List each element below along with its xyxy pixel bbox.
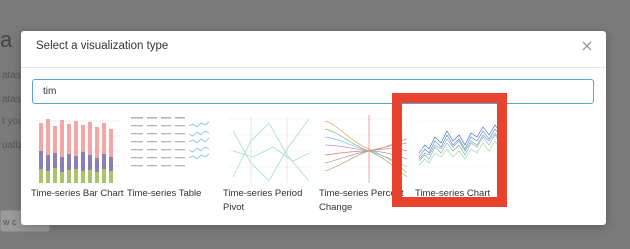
viz-item-label: Time-series Percent Change [319,188,404,213]
viz-item-label: Time-series Chart [415,188,491,199]
modal-title: Select a visualization type [36,40,169,52]
viz-item-time-series-table[interactable]: Time-series Table [127,111,222,221]
period-pivot-thumbnail [227,117,313,183]
line-chart-thumbnail [415,111,507,185]
close-icon[interactable] [580,39,594,53]
viz-item-time-series-percent-change[interactable]: Time-series Percent Change [319,111,414,221]
bar-chart-thumbnail [37,119,121,183]
viz-item-time-series-chart[interactable]: Time-series Chart [415,111,510,221]
viz-item-label: Time-series Table [127,188,202,199]
percent-change-thumbnail [323,115,409,183]
viz-item-label: Time-series Period Pivot [223,188,303,213]
background-text: ualiz [2,140,23,151]
viz-item-time-series-bar-chart[interactable]: Time-series Bar Chart [31,111,126,221]
viz-item-time-series-period-pivot[interactable]: Time-series Period Pivot [223,111,318,221]
table-thumbnail [131,117,210,167]
viz-item-label: Time-series Bar Chart [31,188,124,199]
viz-type-modal: Select a visualization type tim Time-ser… [21,31,606,225]
viz-grid: Time-series Bar Chart Time-series Table … [31,111,601,221]
modal-header: Select a visualization type [21,31,606,68]
search-input[interactable] [32,79,594,104]
